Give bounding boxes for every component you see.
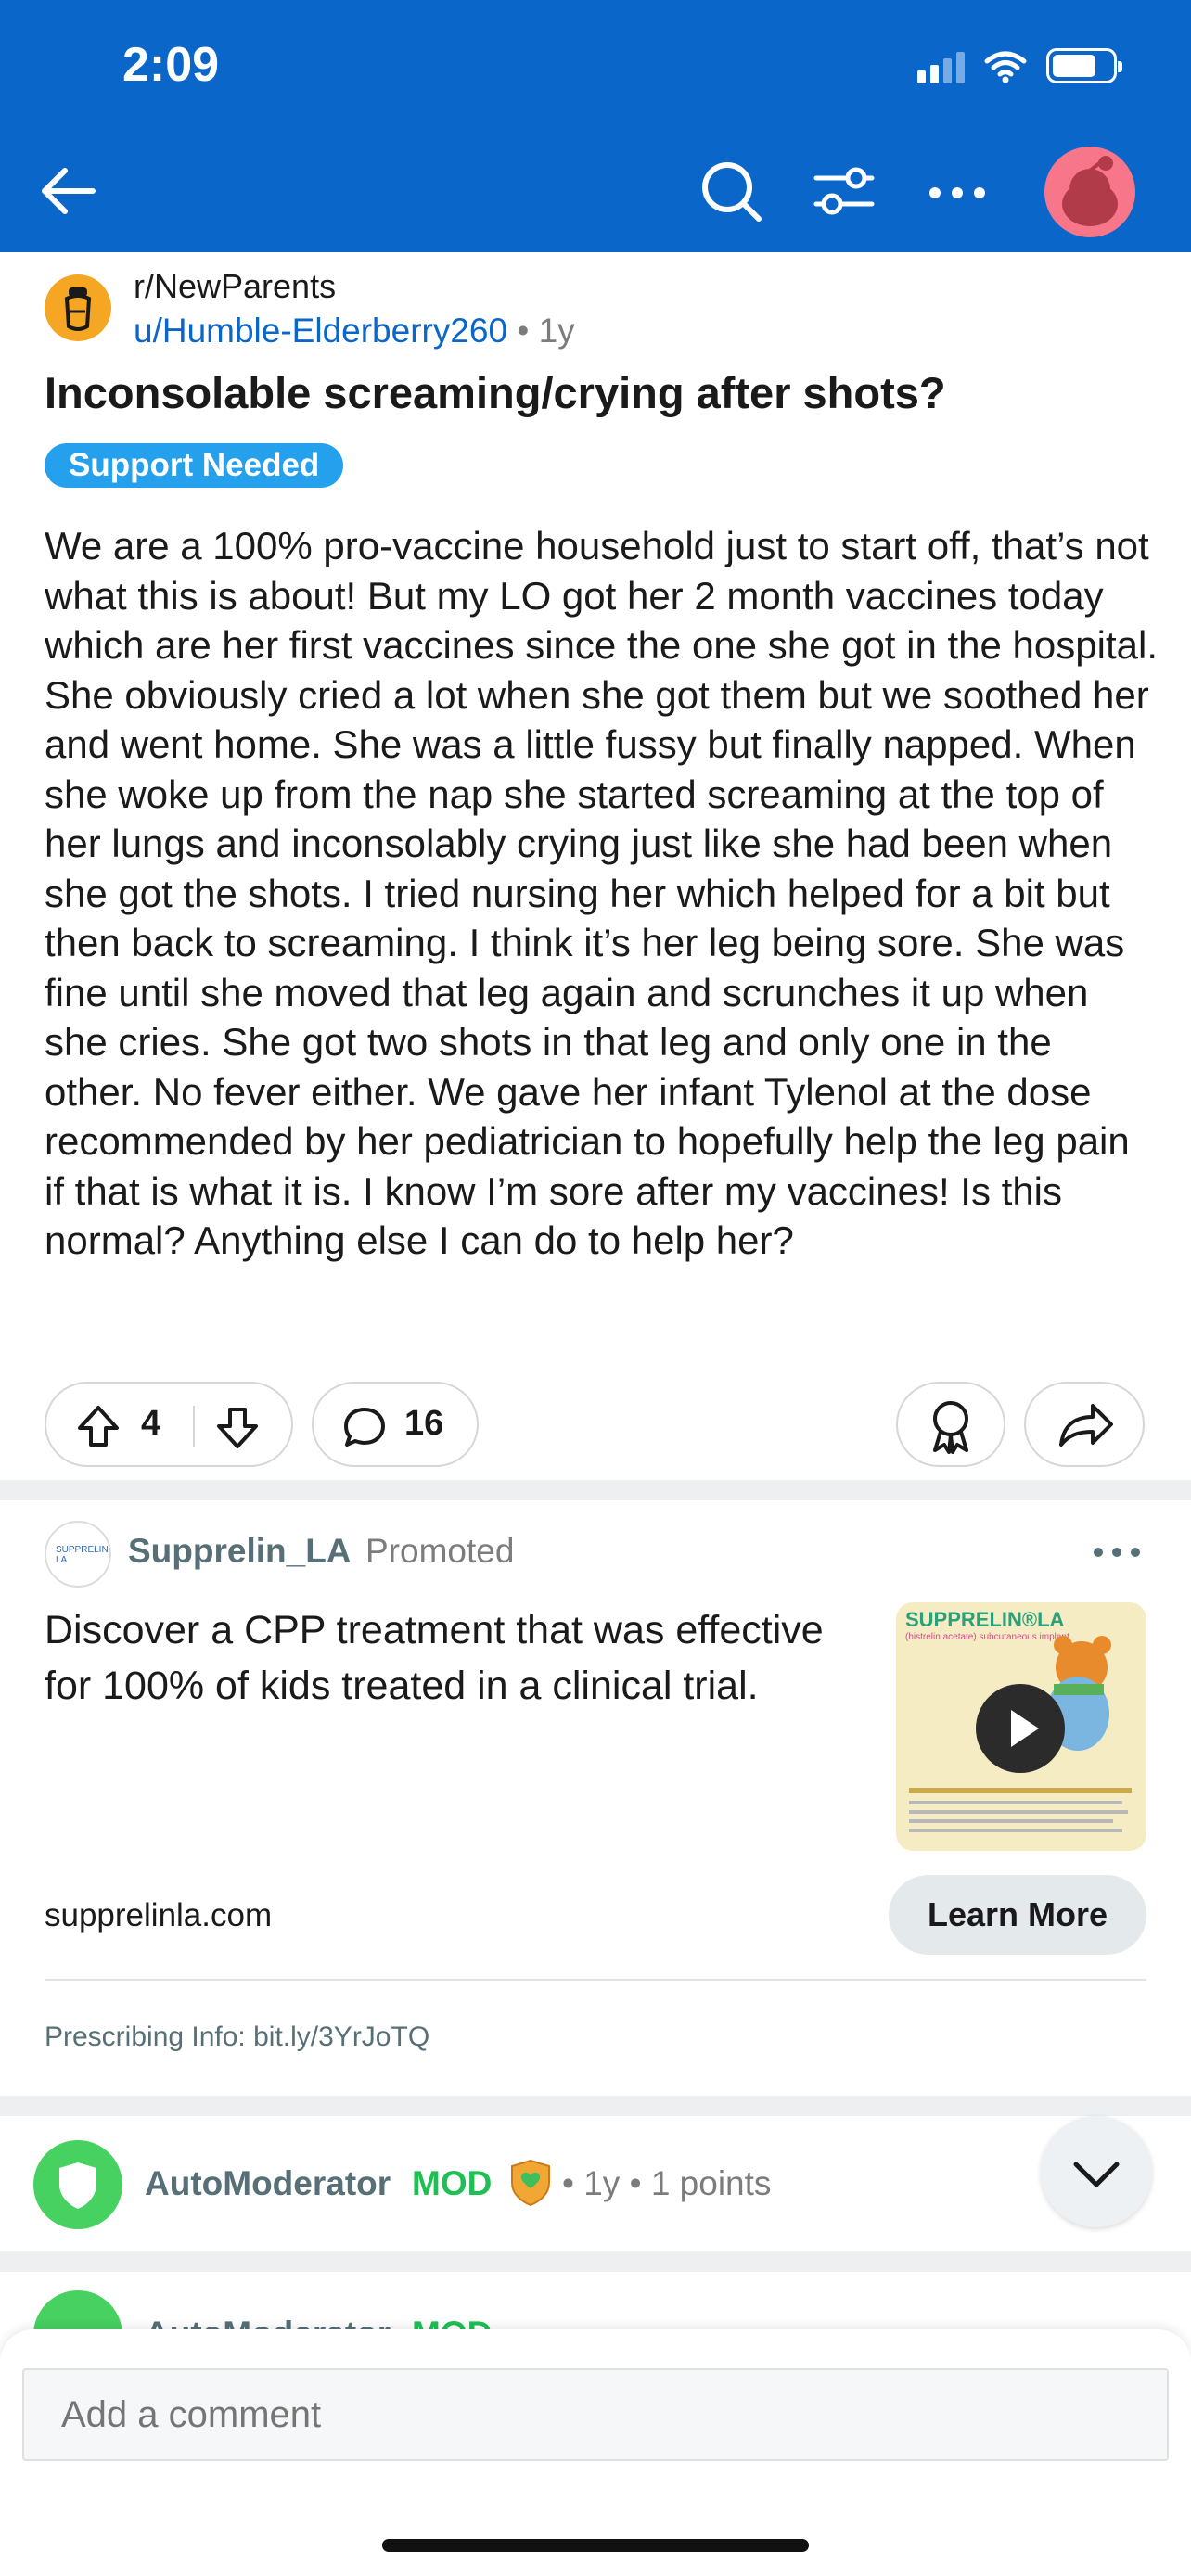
cellular-signal-icon — [917, 50, 965, 83]
ad-more-options-icon[interactable] — [1091, 1536, 1143, 1569]
status-icons — [917, 48, 1122, 83]
post-author[interactable]: u/Humble-Elderberry260 — [134, 312, 507, 350]
automoderator-avatar[interactable] — [33, 2140, 122, 2229]
comment-age: 1y — [583, 2164, 621, 2202]
play-icon — [1011, 1710, 1039, 1747]
app-header: 2:09 — [0, 0, 1191, 252]
user-avatar[interactable] — [1044, 147, 1135, 237]
meta-separator: • — [562, 2164, 584, 2202]
ad-prescribing-info[interactable]: Prescribing Info: bit.ly/3YrJoTQ — [45, 2021, 429, 2053]
comment-points: 1 points — [650, 2164, 772, 2202]
wifi-icon — [984, 51, 1027, 83]
comments-button[interactable]: 16 — [312, 1382, 479, 1467]
snoo-avatar-icon — [1062, 156, 1118, 226]
shield-icon — [59, 2162, 96, 2209]
baby-bottle-icon — [64, 287, 92, 331]
vote-control: 4 — [45, 1382, 293, 1467]
award-icon — [933, 1401, 968, 1454]
post-age: 1y — [538, 312, 575, 350]
ad-advertiser-name[interactable]: Supprelin_LA — [128, 1532, 352, 1571]
scroll-down-button[interactable] — [1041, 2116, 1152, 2227]
meta-separator: • — [620, 2164, 651, 2202]
comment-bubble-icon — [344, 1408, 385, 1447]
ad-thumbnail[interactable]: SUPPRELIN®LA (histrelin acetate) subcuta… — [896, 1602, 1146, 1851]
share-button[interactable] — [1024, 1382, 1145, 1467]
post-meta: u/Humble-Elderberry260 • 1y — [134, 312, 575, 351]
section-divider — [0, 1480, 1191, 1500]
add-comment-input[interactable] — [22, 2368, 1169, 2461]
home-indicator[interactable] — [382, 2539, 809, 2552]
upvote-icon[interactable] — [74, 1402, 122, 1450]
award-button[interactable] — [896, 1382, 1005, 1467]
ad-avatar[interactable]: SUPPRELIN LA — [45, 1521, 111, 1588]
comment-count: 16 — [404, 1404, 444, 1443]
status-time: 2:09 — [122, 38, 220, 92]
more-options-icon[interactable] — [924, 158, 991, 224]
vote-divider — [193, 1406, 195, 1447]
section-divider — [0, 2251, 1191, 2272]
subreddit-name[interactable]: r/NewParents — [134, 267, 336, 306]
ad-avatar-logo: SUPPRELIN LA — [56, 1545, 109, 1565]
battery-icon — [1046, 48, 1122, 83]
video-play-button[interactable] — [976, 1684, 1065, 1773]
vote-count: 4 — [141, 1404, 161, 1443]
comment-author[interactable]: AutoModerator — [145, 2164, 391, 2203]
ad-divider — [45, 1979, 1146, 1981]
ad-promoted-label: Promoted — [365, 1532, 515, 1570]
mod-shield-emoji-icon — [511, 2159, 550, 2207]
mod-badge: MOD — [412, 2164, 493, 2202]
sort-filter-icon[interactable] — [811, 158, 877, 224]
meta-separator: • — [517, 312, 539, 350]
share-arrow-icon — [1059, 1404, 1113, 1447]
ad-headline[interactable]: Discover a CPP treatment that was effect… — [45, 1602, 842, 1714]
ad-domain[interactable]: supprelinla.com — [45, 1897, 272, 1934]
section-divider — [0, 2096, 1191, 2116]
back-arrow-icon[interactable] — [33, 156, 104, 226]
comment-meta: • 1y • 1 points — [562, 2164, 771, 2203]
subreddit-icon[interactable] — [45, 274, 111, 341]
chevron-down-icon — [1073, 2162, 1120, 2187]
learn-more-button[interactable]: Learn More — [889, 1875, 1146, 1955]
post-title: Inconsolable screaming/crying after shot… — [45, 368, 946, 417]
search-icon[interactable] — [698, 158, 764, 224]
post-flair[interactable]: Support Needed — [45, 443, 344, 488]
downvote-icon[interactable] — [213, 1404, 262, 1452]
post-body: We are a 100% pro-vaccine household just… — [45, 524, 1158, 1262]
